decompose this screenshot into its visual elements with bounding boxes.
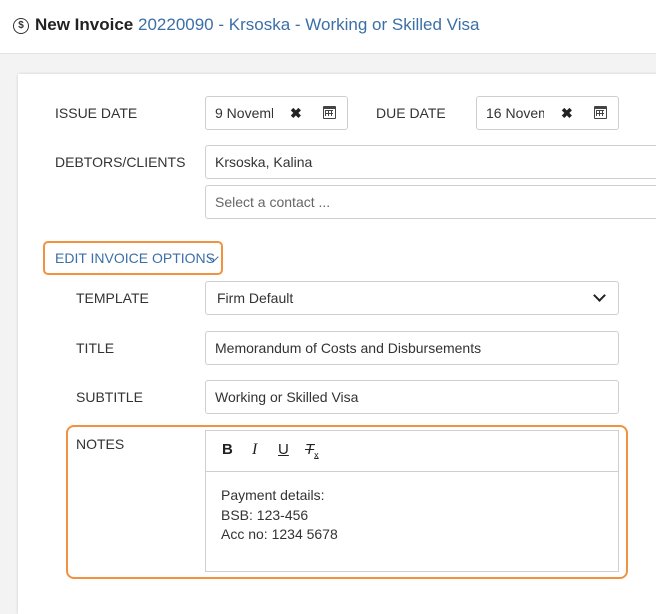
title-label: TITLE (76, 340, 115, 356)
calendar-icon[interactable] (323, 106, 336, 119)
clear-format-icon[interactable]: T (305, 441, 314, 458)
template-select-value[interactable]: Firm Default (217, 282, 293, 314)
issue-date-label: ISSUE DATE (55, 105, 138, 121)
edit-invoice-options-toggle[interactable]: EDIT INVOICE OPTIONS (43, 241, 223, 275)
notes-editor[interactable]: B I U Tx Payment details: BSB: 123-456 A… (205, 430, 619, 572)
issue-date-input[interactable]: 9 November 2022 (215, 97, 273, 129)
debtor-field[interactable]: Krsoska, Kalina (205, 145, 656, 179)
bold-button[interactable]: B (222, 441, 233, 459)
page-title: New Invoice 20220090 - Krsoska - Working… (35, 15, 479, 35)
page-title-text: New Invoice (35, 15, 134, 34)
title-field[interactable]: Memorandum of Costs and Disbursements (205, 331, 619, 365)
subtitle-field[interactable]: Working or Skilled Visa (205, 380, 619, 414)
chevron-down-icon[interactable] (593, 289, 606, 302)
debtors-label: DEBTORS/CLIENTS (55, 154, 186, 170)
notes-line[interactable]: BSB: 123-456 (221, 506, 338, 526)
notes-text[interactable]: Payment details: BSB: 123-456 Acc no: 12… (221, 486, 338, 545)
subtitle-label: SUBTITLE (76, 389, 143, 405)
notes-line[interactable]: Acc no: 1234 5678 (221, 525, 338, 545)
underline-button[interactable]: U (278, 441, 289, 459)
contact-select[interactable]: Select a contact ... (205, 185, 656, 219)
due-date-label: DUE DATE (376, 105, 446, 121)
issue-date-field[interactable]: 9 November 2022 ✖ (205, 96, 348, 130)
due-date-input[interactable]: 16 November 2022 (486, 97, 544, 129)
clear-icon[interactable]: ✖ (290, 104, 302, 122)
template-label: TEMPLATE (76, 290, 149, 306)
italic-button[interactable]: I (252, 441, 257, 459)
notes-toolbar: B I U Tx (206, 431, 618, 472)
notes-line[interactable]: Payment details: (221, 486, 338, 506)
clear-icon[interactable]: ✖ (561, 104, 573, 122)
page-header: $ New Invoice 20220090 - Krsoska - Worki… (0, 0, 656, 54)
dollar-circle-icon: $ (13, 18, 29, 34)
edit-invoice-options-label[interactable]: EDIT INVOICE OPTIONS (55, 250, 215, 266)
notes-label: NOTES (76, 436, 125, 452)
template-select[interactable]: Firm Default (205, 281, 619, 315)
calendar-icon[interactable] (594, 106, 607, 119)
clear-format-button[interactable]: Tx (305, 441, 319, 464)
due-date-field[interactable]: 16 November 2022 ✖ (476, 96, 619, 130)
invoice-matter-link[interactable]: 20220090 - Krsoska - Working or Skilled … (138, 15, 479, 34)
